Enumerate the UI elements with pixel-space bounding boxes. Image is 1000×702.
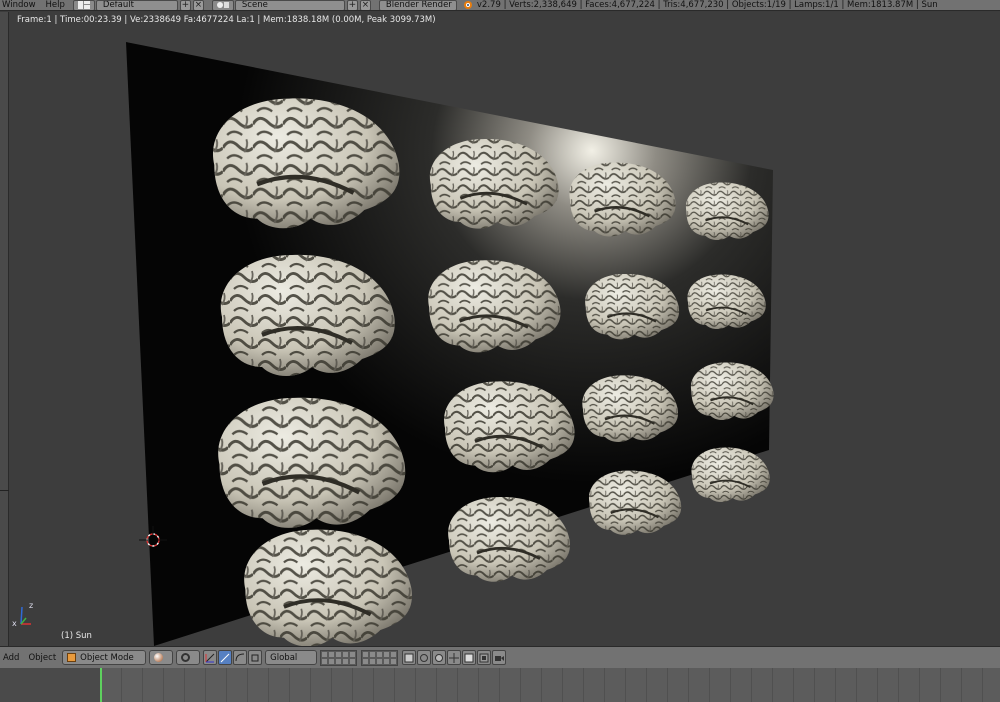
axis-x-label: x (12, 619, 17, 628)
manipulator-icon[interactable] (203, 650, 218, 665)
timeline-tick (499, 668, 500, 702)
rotate-icon[interactable] (233, 650, 248, 665)
plus-icon[interactable]: + (179, 0, 191, 10)
snap-icon[interactable] (447, 650, 462, 665)
layer-grid-2[interactable] (361, 649, 399, 666)
timeline-tick (352, 668, 353, 702)
timeline-tick (835, 668, 836, 702)
3d-viewport[interactable]: z x Frame:1 | Time:00:23.39 | Ve:2338649… (9, 12, 1000, 646)
timeline-tick (394, 668, 395, 702)
scene-icon[interactable] (211, 0, 234, 10)
plus-icon[interactable]: + (346, 0, 358, 10)
viewport-scene: z x (12, 42, 775, 646)
timeline-tick (709, 668, 710, 702)
timeline-tick (772, 668, 773, 702)
timeline-tick (226, 668, 227, 702)
current-frame-marker[interactable] (100, 668, 102, 702)
timeline-tick (982, 668, 983, 702)
mode-select-label: Object Mode (80, 652, 134, 663)
timeline-tick (793, 668, 794, 702)
timeline-tick (205, 668, 206, 702)
timeline-tick (604, 668, 605, 702)
timeline-editor[interactable] (0, 668, 1000, 702)
timeline-tick (247, 668, 248, 702)
render-info-text: Frame:1 | Time:00:23.39 | Ve:2338649 Fa:… (17, 15, 436, 25)
3d-view-header: Add Object Object Mode Global (0, 646, 1000, 668)
close-icon[interactable]: × (359, 0, 371, 10)
transform-orientation-select[interactable]: Global (265, 650, 318, 665)
axis-z-label: z (29, 601, 33, 610)
render-engine-select[interactable]: Blender Render (378, 0, 457, 10)
menu-add[interactable]: Add (0, 653, 25, 663)
menu-window[interactable]: Window (0, 0, 44, 10)
tool-shelf-tab-strip[interactable] (0, 12, 9, 646)
viewport-shading-select[interactable] (149, 650, 174, 665)
timeline-tick (856, 668, 857, 702)
timeline-tick (583, 668, 584, 702)
render-icon[interactable] (477, 650, 492, 665)
timeline-tick (877, 668, 878, 702)
timeline-tick (121, 668, 122, 702)
blender-logo-icon (461, 0, 473, 10)
timeline-tick (667, 668, 668, 702)
translate-icon[interactable] (218, 650, 233, 665)
timeline-tick (331, 668, 332, 702)
timeline-tick (688, 668, 689, 702)
shading-sphere-icon (154, 653, 164, 662)
timeline-sidebar (0, 668, 100, 702)
layout-icon[interactable] (72, 0, 95, 10)
timeline-tick (478, 668, 479, 702)
timeline-tick (415, 668, 416, 702)
timeline-tick (142, 668, 143, 702)
timeline-tick (310, 668, 311, 702)
cube-icon (67, 653, 77, 662)
timeline-tick (940, 668, 941, 702)
pivot-icon (181, 653, 191, 662)
timeline-tick (646, 668, 647, 702)
mode-select[interactable]: Object Mode (62, 650, 147, 665)
camera-icon[interactable] (492, 650, 507, 665)
timeline-tick (961, 668, 962, 702)
pivot-point-select[interactable] (176, 650, 201, 665)
timeline-tick (289, 668, 290, 702)
close-icon[interactable]: × (192, 0, 204, 10)
timeline-tick (751, 668, 752, 702)
timeline-tick (163, 668, 164, 702)
scale-icon[interactable] (248, 650, 263, 665)
proportional-edit-icon[interactable] (432, 650, 447, 665)
timeline-tick (457, 668, 458, 702)
timeline-tick (436, 668, 437, 702)
magnet-icon[interactable] (462, 650, 477, 665)
timeline-tick (184, 668, 185, 702)
menu-object[interactable]: Object (25, 653, 62, 663)
scene-field[interactable]: Scene (234, 0, 345, 10)
orientation-label: Global (270, 652, 298, 663)
scene-stats: v2.79 | Verts:2,338,649 | Faces:4,677,22… (476, 0, 938, 10)
active-object-label: (1) Sun (61, 631, 92, 641)
timeline-tick (919, 668, 920, 702)
timeline-tick (520, 668, 521, 702)
screen-layout-field[interactable]: Default (95, 0, 178, 10)
lock-icon[interactable] (417, 650, 432, 665)
timeline-tick (625, 668, 626, 702)
timeline-tick (814, 668, 815, 702)
timeline-tick (898, 668, 899, 702)
timeline-tick (268, 668, 269, 702)
timeline-tick (373, 668, 374, 702)
menu-help[interactable]: Help (44, 0, 73, 10)
timeline-tick (562, 668, 563, 702)
info-header: Window Help Default + × Scene + × Blende… (0, 0, 1000, 11)
timeline-tick (541, 668, 542, 702)
timeline-tick (730, 668, 731, 702)
layer-grid-1[interactable] (320, 649, 358, 666)
brain-mesh (690, 446, 771, 504)
layer-icon[interactable] (402, 650, 417, 665)
